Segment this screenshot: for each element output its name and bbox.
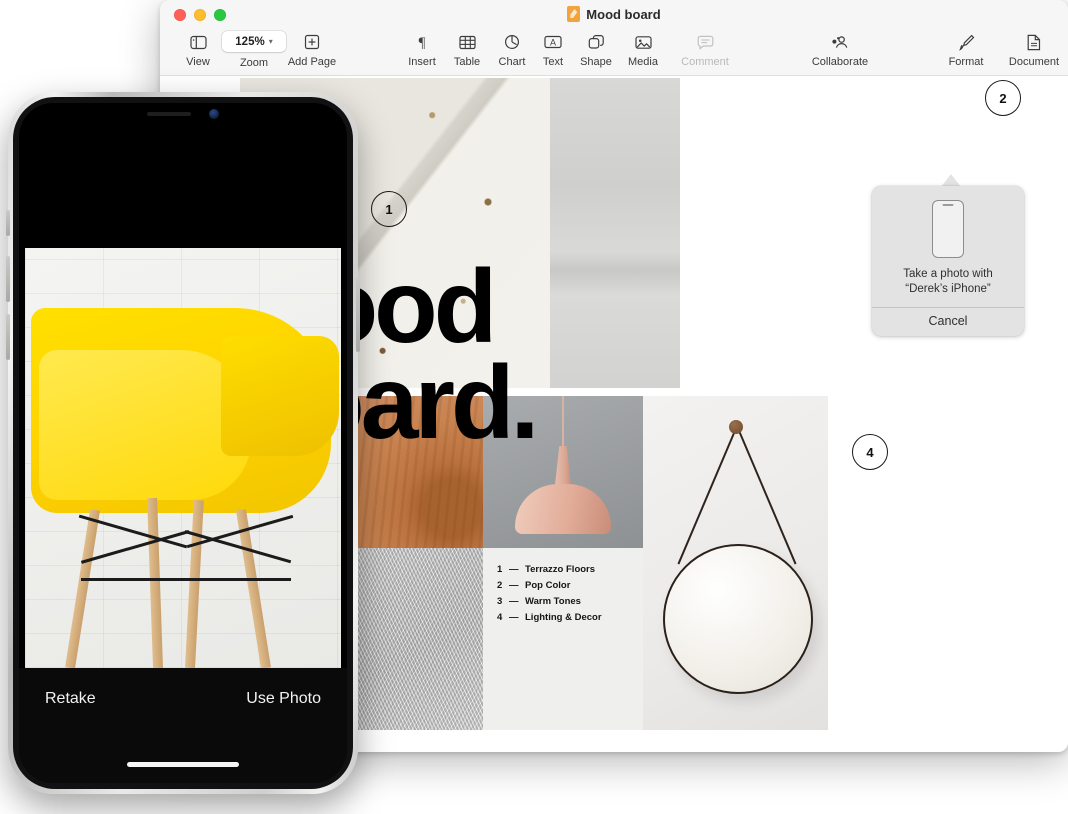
marker-label: 4 (866, 444, 874, 460)
captured-photo-preview (25, 248, 341, 668)
chair-leg (147, 497, 163, 668)
chair-leg (65, 509, 100, 668)
document-page-icon (1027, 31, 1041, 53)
list-item: 1 — Terrazzo Floors (497, 562, 643, 578)
legend-label: Pop Color (525, 580, 571, 591)
text-box-icon: A (544, 31, 562, 53)
svg-text:¶: ¶ (419, 35, 426, 50)
toolbar-document-label: Document (1008, 56, 1060, 68)
legend-number: 4 (497, 612, 503, 623)
toolbar-format-label: Format (948, 56, 984, 68)
toolbar-media-button[interactable]: Media (611, 31, 675, 68)
popover-line-1: Take a photo with (903, 268, 993, 280)
lamp-cord (562, 396, 564, 452)
list-item: 4 — Lighting & Decor (497, 610, 643, 626)
toolbar-insert-label: Insert (408, 56, 436, 68)
image-wood-grain[interactable] (340, 396, 483, 548)
popover-line-2: “Derek’s iPhone” (905, 283, 991, 295)
legend-dash: — (509, 596, 519, 607)
image-pendant-lamp[interactable] (483, 396, 643, 548)
iphone-device: Retake Use Photo (6, 92, 360, 794)
legend-number: 3 (497, 596, 503, 607)
pages-document-icon (567, 6, 581, 22)
toolbar-document-button[interactable]: Document (995, 31, 1068, 68)
chair-arm-shape (221, 336, 339, 456)
shapes-icon (588, 31, 605, 53)
toolbar-add-page-button[interactable]: Add Page (272, 31, 352, 68)
legend-list: 1 — Terrazzo Floors 2 — Pop Color 3 — Warm Ton… (483, 548, 643, 626)
legend-number: 1 (497, 564, 503, 575)
window-title-text: Mood board (586, 6, 661, 22)
person-add-icon (830, 31, 850, 53)
retake-button[interactable]: Retake (45, 690, 96, 708)
camera-confirm-bar: Retake Use Photo (19, 668, 347, 783)
table-grid-icon (458, 31, 476, 53)
toolbar-collaborate-label: Collaborate (811, 56, 869, 68)
comment-bubble-icon (697, 31, 714, 53)
marker-badge-2[interactable]: 2 (985, 80, 1021, 116)
pilcrow-icon: ¶ (414, 31, 430, 53)
toolbar-add-page-label: Add Page (287, 56, 337, 68)
toolbar-shape-label: Shape (580, 56, 612, 68)
legend-label: Warm Tones (525, 596, 581, 607)
iphone-power-button[interactable] (356, 278, 360, 352)
earpiece-speaker-icon (147, 112, 191, 116)
iphone-screen[interactable]: Retake Use Photo (19, 103, 347, 783)
marker-badge-1[interactable]: 1 (371, 191, 407, 227)
toolbar-view-label: View (186, 56, 210, 68)
image-fur-rug[interactable] (340, 548, 483, 730)
popover-text: Take a photo with “Derek’s iPhone” (882, 267, 1014, 297)
legend-label: Terrazzo Floors (525, 564, 596, 575)
continuity-camera-popover: Take a photo with “Derek’s iPhone” Cance… (872, 186, 1024, 336)
home-indicator[interactable] (127, 762, 239, 767)
toolbar-text-label: Text (542, 56, 564, 68)
marker-label: 2 (999, 90, 1007, 106)
sidebar-icon (189, 31, 207, 53)
toolbar-comment-label: Comment (681, 56, 729, 68)
legend-dash: — (509, 564, 519, 575)
lamp-shade (515, 484, 611, 534)
iphone-volume-up-button[interactable] (6, 256, 10, 302)
toolbar-format-button[interactable]: Format (933, 31, 999, 68)
legend-panel: 1 — Terrazzo Floors 2 — Pop Color 3 — Warm Ton… (483, 548, 643, 730)
front-camera-icon (209, 109, 219, 119)
legend-dash: — (509, 612, 519, 623)
marker-label: 1 (385, 201, 393, 217)
toolbar-media-label: Media (628, 56, 658, 68)
iphone-volume-down-button[interactable] (6, 314, 10, 360)
legend-label: Lighting & Decor (525, 612, 602, 623)
cancel-button[interactable]: Cancel (872, 308, 1024, 336)
window-title: Mood board (160, 0, 1068, 28)
zoom-value: 125% (235, 35, 265, 48)
image-concrete-column[interactable] (550, 78, 680, 388)
plus-square-icon (304, 31, 320, 53)
window-titlebar: Mood board (160, 0, 1068, 28)
toolbar-table-label: Table (453, 56, 481, 68)
pie-chart-icon (504, 31, 520, 53)
chair-leg (236, 509, 271, 668)
chair-wire (81, 578, 291, 581)
toolbar-collaborate-button[interactable]: Collaborate (792, 31, 888, 68)
use-photo-button[interactable]: Use Photo (246, 690, 321, 708)
svg-text:A: A (550, 38, 556, 48)
chair-leg (185, 499, 204, 668)
iphone-icon (932, 200, 964, 258)
toolbar-comment-button[interactable]: Comment (668, 31, 742, 68)
list-item: 3 — Warm Tones (497, 594, 643, 610)
marker-badge-4[interactable]: 4 (852, 434, 888, 470)
mirror-glass (662, 544, 813, 694)
iphone-silent-switch[interactable] (6, 210, 10, 236)
iphone-notch (117, 103, 249, 125)
image-round-mirror[interactable] (643, 396, 828, 730)
toolbar: View 125% ▾ Zoom Add Page ¶ Insert Table… (160, 28, 1068, 76)
legend-number: 2 (497, 580, 503, 591)
popover-body: Take a photo with “Derek’s iPhone” (872, 186, 1024, 307)
paintbrush-icon (958, 31, 975, 53)
photo-icon (634, 31, 652, 53)
toolbar-zoom-label: Zoom (239, 57, 269, 69)
legend-dash: — (509, 580, 519, 591)
mirror-knob (728, 420, 743, 434)
list-item: 2 — Pop Color (497, 578, 643, 594)
chair-wire (80, 530, 190, 564)
